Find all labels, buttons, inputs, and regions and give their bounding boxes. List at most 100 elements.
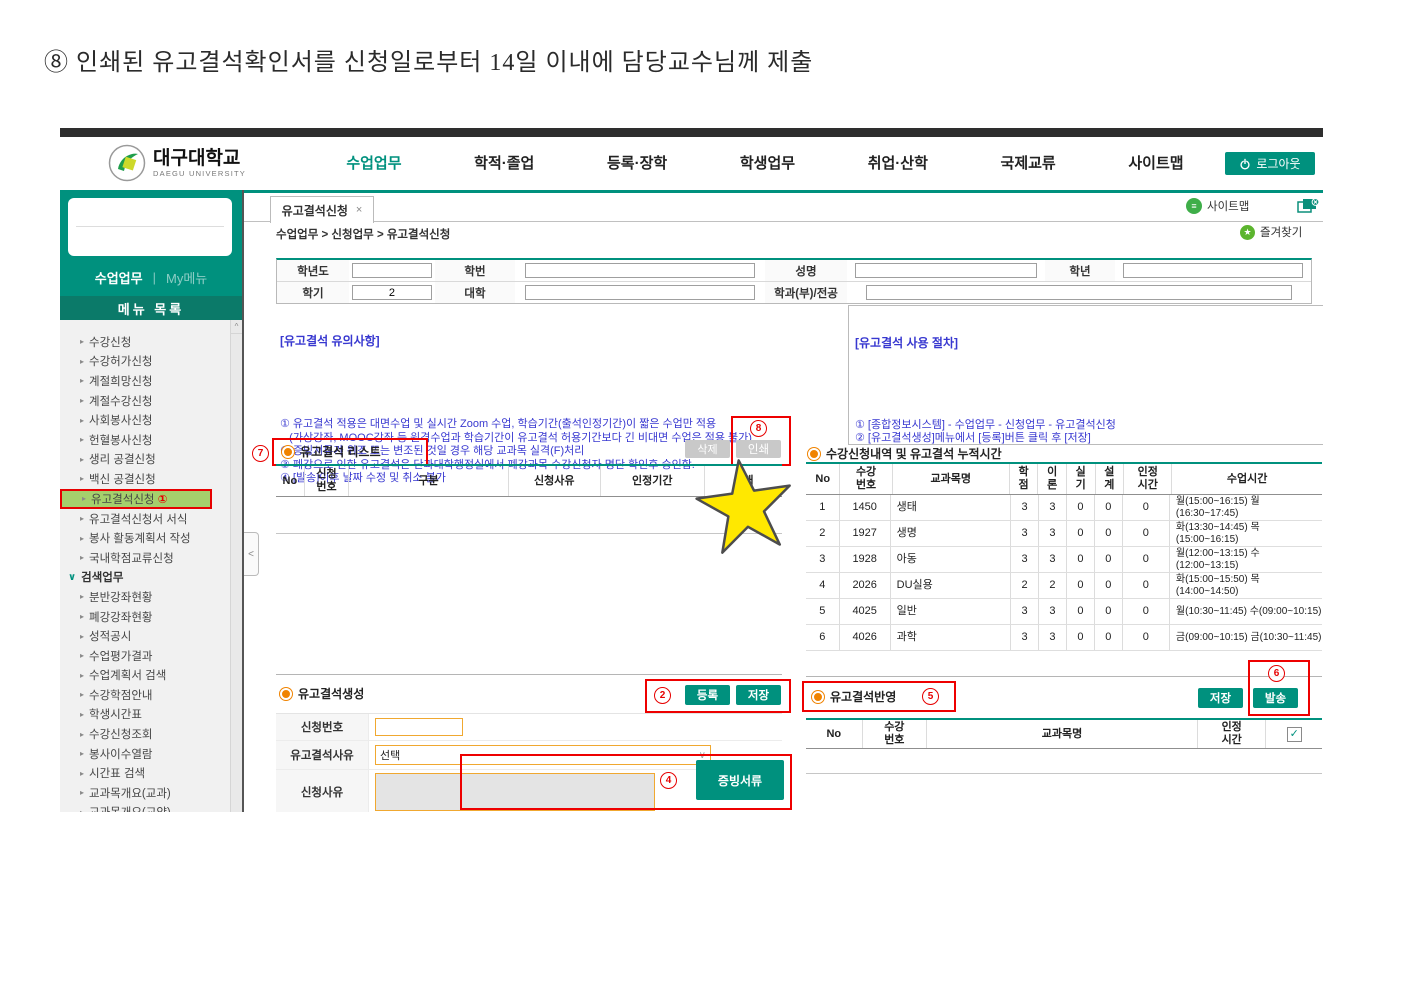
sidebar-menu-item[interactable]: ▸ 유고결석신청서 서식 [60,509,230,529]
sidebar-menu-item[interactable]: ▸ 분반강좌현황 [60,587,230,607]
register-button[interactable]: 등록 [685,685,730,705]
star-annotation-icon [679,450,811,561]
browser-top-bar [60,128,1323,137]
term-label: 학기 [277,282,349,303]
tab-absence-application[interactable]: 유고결석신청 × [270,196,374,223]
sidebar-menu-item[interactable]: ▸ 시간표 검색 [60,763,230,783]
sidebar-menu-item[interactable]: ▸ 국내학점교류신청 [60,548,230,568]
apply-save-button[interactable]: 저장 [1198,688,1243,708]
cell-credits: 3 [1011,625,1039,650]
col-no: No [806,464,840,494]
cell-class-time: 월(12:00~13:15) 수(12:00~13:15) [1170,547,1322,572]
cell-class-time: 화(15:00~15:50) 목(14:00~14:50) [1170,573,1322,598]
sidebar-menu-item[interactable]: ▸ 수업평가결과 [60,646,230,666]
college-field[interactable] [525,285,755,300]
sidebar-tab-classwork[interactable]: 수업업무 [95,268,143,287]
sidebar-menu-item[interactable]: ▸ 수강허가신청 [60,352,230,372]
name-label: 성명 [765,260,847,282]
scroll-up-icon[interactable]: ^ [231,320,242,334]
select-all-checkbox[interactable]: ✓ [1287,727,1302,742]
dept-field[interactable] [866,285,1293,300]
sidebar-menu-item[interactable]: ▸ 수업계획서 검색 [60,666,230,686]
sidebar-menu-item[interactable]: ▸ 봉사 활동계획서 작성 [60,528,230,548]
sidebar-menu-item[interactable]: ▸ 교과목개요(교과) [60,783,230,803]
cell-recognized-hours: 0 [1123,599,1170,624]
sidebar-menu-item[interactable]: ▸ 수강학점안내 [60,685,230,705]
table-row[interactable]: 3 1928 아동 3 3 0 0 0 월(12:00~13:15) 수(12:… [806,547,1322,573]
nav-item[interactable]: 학생업무 [740,152,795,173]
sidebar-item-label: 유고결석신청서 서식 [89,511,187,527]
sidebar-menu-item[interactable]: ▸ 폐강강좌현황 [60,607,230,627]
cell-course-name: 과학 [891,625,1011,650]
section-bullet-icon [808,448,820,460]
nav-item[interactable]: 취업·산학 [868,152,928,173]
sidebar-collapse-button[interactable]: < [244,532,259,576]
nav-item[interactable]: 수업업무 [346,152,401,173]
cell-design: 0 [1095,573,1123,598]
nav-item[interactable]: 사이트맵 [1128,152,1183,173]
sidebar-menu-item[interactable]: ▸ 사회봉사신청 [60,410,230,430]
delete-button[interactable]: 삭제 [685,440,730,458]
year-field[interactable] [352,263,431,278]
col-req-no: 신청 번호 [305,466,350,496]
sidebar-menu-item[interactable]: ▸ 교과목개요(교양) [60,803,230,812]
term-field[interactable] [352,285,431,300]
sidebar-menu-item[interactable]: ▸ 백신 공결신청 [60,469,230,489]
close-window-icon[interactable] [1297,198,1319,219]
table-row[interactable]: 4 2026 DU실용 2 2 0 0 0 화(15:00~15:50) 목(1… [806,573,1322,599]
sidebar-menu-item[interactable]: ▸ 수강신청 [60,332,230,352]
sidebar-menu-item[interactable]: ▸ 헌혈봉사신청 [60,430,230,450]
name-field[interactable] [855,263,1037,278]
sidebar-menu-item[interactable]: ▸ 계절희망신청 [60,371,230,391]
table-row[interactable]: 5 4025 일반 3 3 0 0 0 월(10:30~11:45) 수(09:… [806,599,1322,625]
menu-list-header: 메뉴 목록 [60,296,242,320]
sidebar-menu-item[interactable]: ▸ 수강신청조회 [60,724,230,744]
logout-button[interactable]: 로그아웃 [1225,152,1315,175]
sidebar-menu-item[interactable]: ▸ 성적공시 [60,626,230,646]
sidebar-item-label: 교과목개요(교과) [89,785,171,801]
sidebar-menu-item[interactable]: ▸ 봉사이수열람 [60,744,230,764]
sidebar-menu-item[interactable]: ▸ 학생시간표 [60,705,230,725]
req-no-field[interactable] [375,718,463,736]
annotation-6: 6 [1268,665,1285,682]
tab-label: 유고결석신청 [282,202,348,219]
cell-recognized-hours: 0 [1123,495,1170,520]
sidebar-tab-mymenu[interactable]: My메뉴 [166,268,207,287]
col-theory: 이 론 [1038,464,1067,494]
sidebar-item-label: 수강신청 [89,334,131,350]
menu-arrow-icon: ▸ [80,337,84,346]
cell-recognized-hours: 0 [1123,625,1170,650]
cell-no: 4 [806,573,840,598]
table-row[interactable]: 2 1927 생명 3 3 0 0 0 화(13:30~14:45) 목(15:… [806,521,1322,547]
menu-arrow-icon: ▸ [80,592,84,601]
sidebar-menu-item[interactable]: ▸ 계절수강신청 [60,391,230,411]
cell-practice: 0 [1067,573,1095,598]
cell-practice: 0 [1067,625,1095,650]
sidebar-tab-separator: | [153,270,156,285]
sidebar-menu-item[interactable]: ▸ 생리 공결신청 [60,450,230,470]
sitemap-link[interactable]: ≡ 사이트맵 [1186,198,1249,214]
evidence-file-button[interactable]: 증빙서류 [696,760,784,800]
nav-item[interactable]: 국제교류 [1001,152,1056,173]
create-save-button[interactable]: 저장 [736,685,781,705]
sidebar-menu-item[interactable]: ▸ 유고결석신청 ① [60,489,212,509]
menu-arrow-icon: ▸ [80,671,84,680]
favorite-link[interactable]: ★ 즐겨찾기 [1240,224,1302,240]
cell-class-time: 월(10:30~11:45) 수(09:00~10:15) [1170,599,1322,624]
notice-procedure-title: [유고결석 사용 절차] [855,337,1317,350]
send-button[interactable]: 발송 [1253,688,1298,708]
sidebar-menu-item[interactable]: ∨ 검색업무 [60,568,230,588]
sidebar-scrollbar[interactable]: ^ [230,320,242,812]
tab-close-icon[interactable]: × [356,204,362,216]
favorite-label: 즐겨찾기 [1260,224,1302,240]
nav-item[interactable]: 등록·장학 [607,152,667,173]
student-info-form: 학년도 학번 성명 학년 학기 대학 학과(부)/전공 [276,258,1312,304]
cell-course-no: 2026 [840,573,891,598]
student-id-field[interactable] [525,263,755,278]
grade-field[interactable] [1123,263,1303,278]
table-row[interactable]: 6 4026 과학 3 3 0 0 0 금(09:00~10:15) 금(10:… [806,625,1322,651]
college-label: 대학 [435,282,515,303]
nav-item[interactable]: 학적·졸업 [474,152,534,173]
tabbar-line [244,221,1323,222]
table-row[interactable]: 1 1450 생태 3 3 0 0 0 월(15:00~16:15) 월(16:… [806,495,1322,521]
